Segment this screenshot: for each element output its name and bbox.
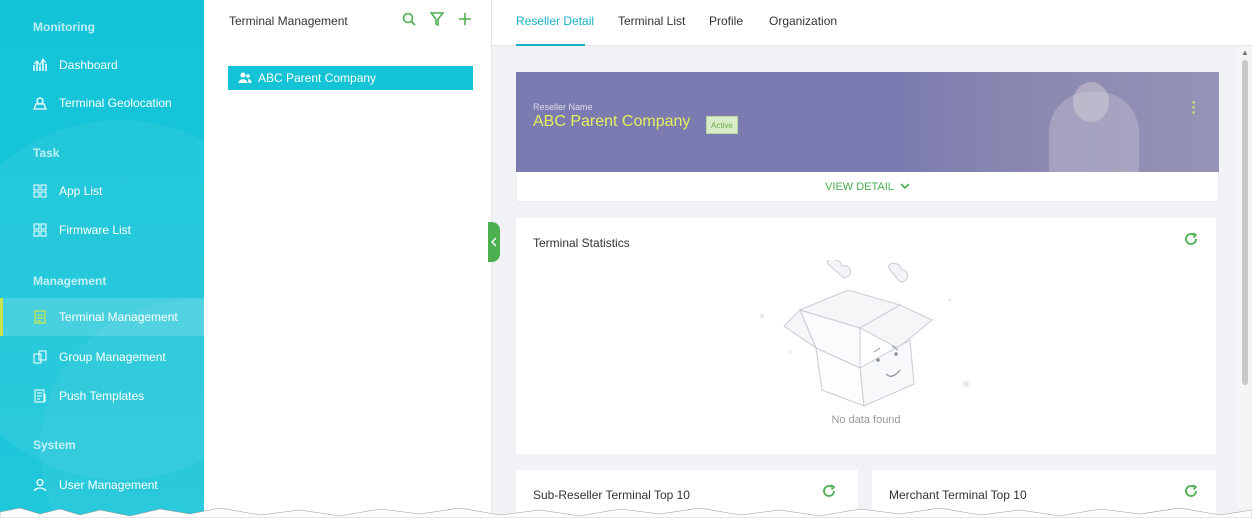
active-tab-indicator [516, 44, 585, 46]
filter-icon[interactable] [429, 10, 445, 28]
sidebar: Monitoring Dashboard Terminal Geolocatio… [0, 0, 204, 518]
more-options-icon[interactable]: · · · [1191, 95, 1197, 119]
refresh-icon[interactable] [822, 484, 836, 503]
tab-organization[interactable]: Organization [769, 14, 837, 28]
empty-state-text: No data found [831, 414, 901, 426]
empty-box-illustration [760, 260, 969, 407]
sidebar-item-terminal-management[interactable]: Terminal Management [0, 298, 204, 336]
grid-icon [33, 184, 47, 198]
card-title: Terminal Statistics [533, 236, 630, 250]
tree-title: Terminal Management [229, 14, 348, 28]
sidebar-item-label: User Management [59, 478, 158, 492]
sidebar-item-terminal-geolocation[interactable]: Terminal Geolocation [0, 84, 204, 122]
sidebar-item-app-list[interactable]: App List [0, 172, 204, 210]
terminal-tree-panel: Terminal Management ABC Parent Company [204, 0, 492, 518]
tree-toolbar [401, 10, 473, 28]
sidebar-item-push-templates[interactable]: Push Templates [0, 377, 204, 415]
grid-icon [33, 223, 47, 237]
torn-edge-decoration [0, 507, 1252, 518]
tree-node-label: ABC Parent Company [258, 71, 377, 85]
add-icon[interactable] [457, 10, 473, 28]
reseller-name-label: Reseller Name [533, 102, 593, 112]
sidebar-item-label: Dashboard [59, 58, 118, 72]
section-title-system: System [33, 438, 76, 452]
view-detail-label: VIEW DETAIL [825, 180, 894, 193]
sidebar-item-label: Terminal Geolocation [59, 96, 172, 110]
tab-profile[interactable]: Profile [709, 14, 743, 28]
sidebar-item-label: App List [59, 184, 103, 198]
tab-terminal-list[interactable]: Terminal List [618, 14, 685, 28]
card-title: Merchant Terminal Top 10 [889, 488, 1027, 502]
document-icon [33, 310, 47, 324]
template-icon [33, 389, 47, 403]
refresh-icon[interactable] [1184, 232, 1198, 251]
users-icon [238, 72, 252, 84]
collapse-panel-button[interactable] [488, 222, 500, 262]
search-icon[interactable] [401, 10, 417, 28]
scroll-up-arrow-icon[interactable]: ▲ [1241, 48, 1249, 57]
sidebar-item-label: Group Management [59, 350, 166, 364]
section-title-management: Management [33, 274, 107, 288]
user-icon [33, 478, 47, 492]
card-title: Sub-Reseller Terminal Top 10 [533, 488, 690, 502]
group-icon [33, 350, 47, 364]
sidebar-item-label: Firmware List [59, 223, 132, 237]
scrollbar-thumb[interactable] [1242, 60, 1248, 385]
refresh-icon[interactable] [1184, 484, 1198, 503]
sidebar-item-dashboard[interactable]: Dashboard [0, 46, 204, 84]
detail-tabs: Reseller Detail Terminal List Profile Or… [492, 0, 1252, 46]
section-title-monitoring: Monitoring [33, 20, 95, 34]
tab-reseller-detail[interactable]: Reseller Detail [516, 14, 594, 28]
sidebar-item-label: Push Templates [59, 389, 145, 403]
geolocation-icon [33, 96, 47, 110]
section-title-task: Task [33, 146, 60, 160]
chevron-down-icon [900, 183, 910, 190]
banner-background-image [889, 72, 1219, 172]
reseller-banner: Reseller Name ABC Parent Company Active … [516, 72, 1219, 172]
sidebar-item-group-management[interactable]: Group Management [0, 338, 204, 376]
reseller-name: ABC Parent Company [533, 113, 691, 130]
tree-node-abc-parent-company[interactable]: ABC Parent Company [228, 66, 473, 90]
chevron-left-icon [491, 237, 497, 247]
sidebar-item-label: Terminal Management [59, 310, 178, 324]
status-badge: Active [706, 116, 738, 134]
view-detail-button[interactable]: VIEW DETAIL [516, 172, 1219, 202]
sidebar-item-user-management[interactable]: User Management [0, 466, 204, 504]
sidebar-item-firmware-list[interactable]: Firmware List [0, 211, 204, 249]
chart-icon [33, 58, 47, 72]
